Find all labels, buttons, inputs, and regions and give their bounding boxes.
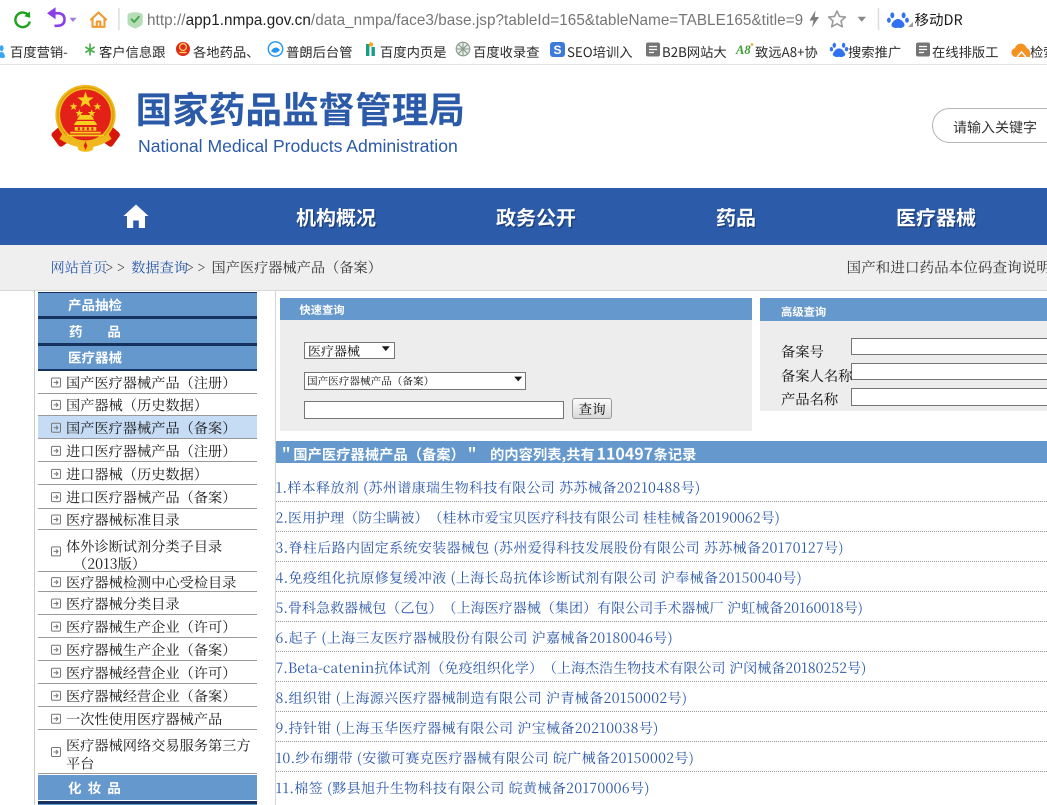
svg-text:S: S xyxy=(553,43,561,57)
svg-text:A8: A8 xyxy=(735,43,751,57)
